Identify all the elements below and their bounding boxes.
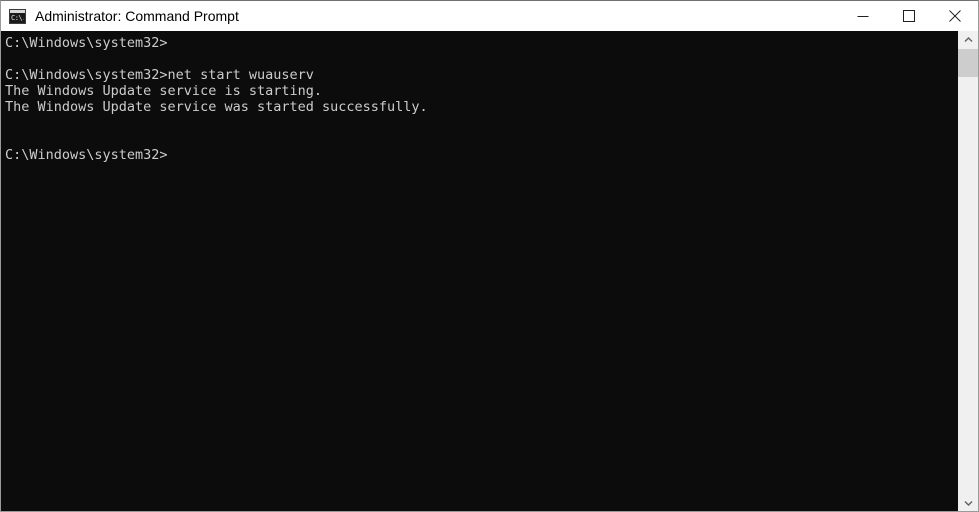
- command-prompt-window: C:\. Administrator: Command Prompt: [0, 0, 979, 512]
- scrollbar-track[interactable]: [958, 49, 978, 494]
- scrollbar-down-button[interactable]: [958, 494, 978, 511]
- chevron-down-icon: [964, 501, 972, 506]
- console-icon: C:\.: [9, 8, 26, 24]
- console-icon-prompt-text: C:\.: [11, 13, 24, 22]
- window-titlebar[interactable]: C:\. Administrator: Command Prompt: [1, 1, 978, 31]
- chevron-up-icon: [964, 37, 972, 42]
- console-output-area[interactable]: C:\Windows\system32> C:\Windows\system32…: [1, 31, 957, 511]
- scrollbar-thumb[interactable]: [958, 49, 978, 77]
- maximize-button[interactable]: [886, 1, 932, 31]
- vertical-scrollbar[interactable]: [957, 31, 978, 511]
- console-text: C:\Windows\system32> C:\Windows\system32…: [5, 35, 428, 163]
- window-controls: [840, 1, 978, 31]
- maximize-icon: [903, 10, 915, 22]
- scrollbar-up-button[interactable]: [958, 31, 978, 49]
- window-title: Administrator: Command Prompt: [35, 8, 239, 24]
- minimize-icon: [857, 16, 869, 17]
- titlebar-left-group: C:\. Administrator: Command Prompt: [1, 1, 840, 31]
- minimize-button[interactable]: [840, 1, 886, 31]
- close-button[interactable]: [932, 1, 978, 31]
- close-icon: [949, 10, 961, 22]
